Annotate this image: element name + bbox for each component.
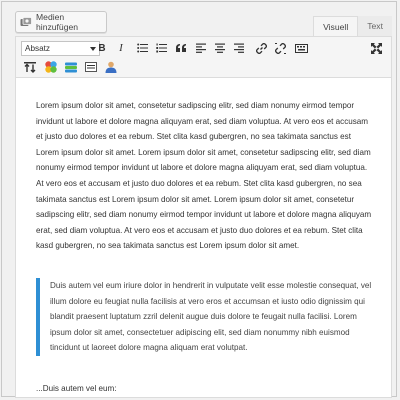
blockquote-text: Duis autem vel eum iriure dolor in hendr… (50, 281, 372, 353)
blockquote: Duis autem vel eum iriure dolor in hendr… (36, 278, 372, 356)
hr-icon (85, 62, 97, 72)
align-right-button[interactable] (231, 41, 247, 55)
bold-icon: B (98, 42, 106, 54)
bulleted-list-button[interactable] (134, 41, 150, 55)
unlink-button[interactable] (272, 41, 288, 55)
align-left-button[interactable] (193, 41, 209, 55)
paragraph-tail: ...Duis autem vel eum: (36, 384, 117, 393)
link-icon (255, 42, 267, 54)
blockquote-icon (175, 43, 186, 52)
editor-tabs: Visuell Text (313, 16, 392, 36)
toggle-toolbar-button[interactable] (22, 60, 38, 74)
toggle-toolbar-icon (24, 61, 36, 73)
color-palette-icon (45, 61, 57, 73)
format-select[interactable]: Absatz (21, 41, 100, 56)
blockquote-button[interactable] (173, 41, 189, 55)
color-palette-button[interactable] (43, 60, 59, 74)
unlink-icon (274, 42, 286, 54)
italic-button[interactable]: I (113, 41, 129, 55)
numbered-list-icon (155, 43, 167, 53)
format-select-value: Absatz (25, 44, 51, 53)
user-icon (105, 61, 117, 73)
editor-content-area[interactable]: Lorem ipsum dolor sit amet, consetetur s… (15, 78, 392, 398)
add-media-label: Medien hinzufügen (36, 12, 79, 32)
media-camera-icon (20, 16, 32, 26)
numbered-list-button[interactable] (153, 41, 169, 55)
align-center-icon (215, 43, 225, 53)
insert-link-button[interactable] (253, 41, 269, 55)
stack-button[interactable] (63, 60, 79, 74)
horizontal-rule-button[interactable] (83, 60, 99, 74)
align-left-icon (196, 43, 206, 53)
editor-frame: Medien hinzufügen Visuell Text Absatz B … (1, 1, 397, 398)
bold-button[interactable]: B (94, 41, 110, 55)
bulleted-list-icon (136, 43, 148, 53)
keyboard-icon (294, 43, 308, 53)
user-button[interactable] (103, 60, 119, 74)
tab-visual[interactable]: Visuell (313, 16, 359, 36)
align-right-icon (234, 43, 244, 53)
italic-icon: I (119, 42, 123, 54)
editor-toolbar: Absatz B I (15, 36, 392, 78)
add-media-button[interactable]: Medien hinzufügen (15, 11, 107, 33)
fullscreen-icon (370, 42, 382, 54)
stack-icon (65, 62, 77, 72)
fullscreen-button[interactable] (368, 41, 384, 55)
paragraph: Lorem ipsum dolor sit amet, consetetur s… (36, 101, 372, 251)
align-center-button[interactable] (212, 41, 228, 55)
tab-text[interactable]: Text (358, 16, 392, 36)
keyboard-button[interactable] (293, 41, 309, 55)
